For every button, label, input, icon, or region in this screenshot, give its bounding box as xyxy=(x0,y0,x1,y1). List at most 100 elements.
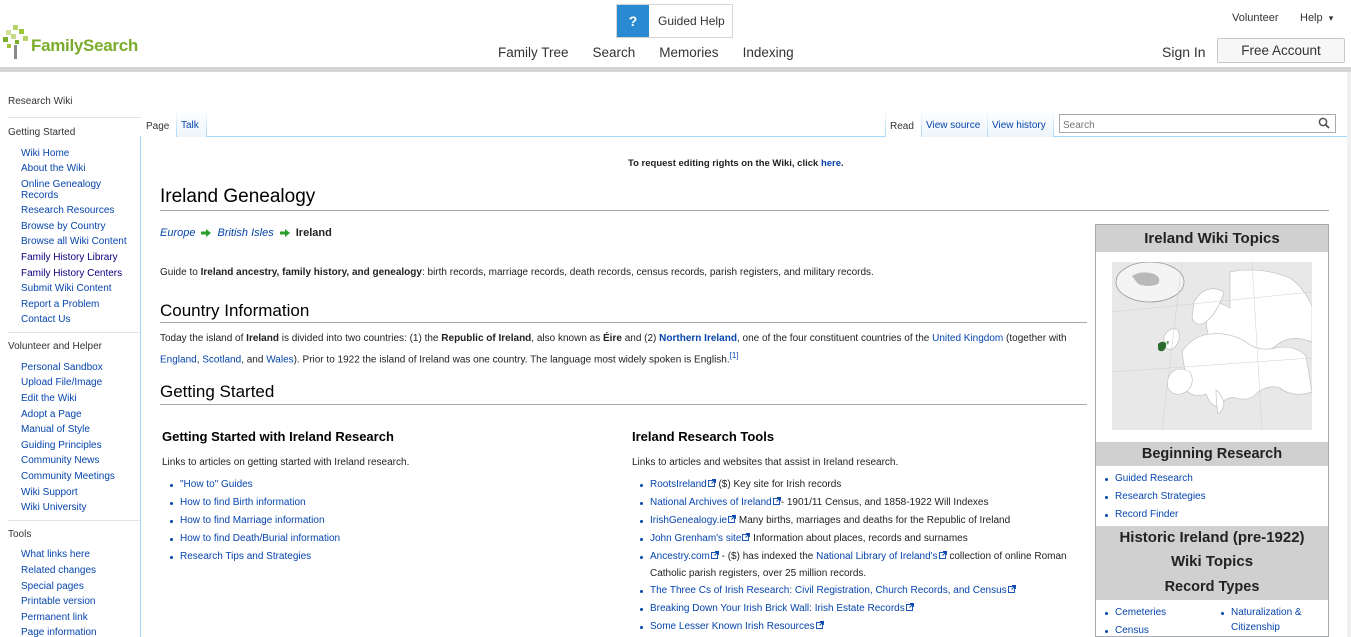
sidebar-item-sandbox[interactable]: Personal Sandbox xyxy=(21,362,103,373)
list-item: Some Lesser Known Irish Resources xyxy=(639,618,1079,636)
sidebar-item-upload[interactable]: Upload File/Image xyxy=(21,377,102,388)
country-paragraph: Today the island of Ireland is divided i… xyxy=(160,330,1080,368)
sidebar-item-permanent[interactable]: Permanent link xyxy=(21,612,88,623)
sidebar-item-meetings[interactable]: Community Meetings xyxy=(21,471,115,482)
research-tips-link[interactable]: Research Tips and Strategies xyxy=(180,551,311,562)
sidebar-item-browse-all[interactable]: Browse all Wiki Content xyxy=(21,236,127,247)
sidebar-item-browse-country[interactable]: Browse by Country xyxy=(21,221,105,232)
infobox-historic-block: Historic Ireland (pre-1922) Wiki Topics … xyxy=(1096,526,1328,600)
sidebar-item-news[interactable]: Community News xyxy=(21,455,99,466)
united-kingdom-link[interactable]: United Kingdom xyxy=(932,333,1003,344)
naturalization-link[interactable]: Naturalization & xyxy=(1220,604,1302,620)
notice-text: To request editing rights on the Wiki, c… xyxy=(628,158,821,169)
list-item-text: - 1901/11 Census, and 1858-1922 Will Ind… xyxy=(780,497,989,508)
para-text: , also known as xyxy=(531,333,604,344)
wiki-search-input[interactable] xyxy=(1060,115,1300,132)
guided-research-link[interactable]: Guided Research xyxy=(1104,470,1206,488)
sidebar-item-edit-wiki[interactable]: Edit the Wiki xyxy=(21,393,77,404)
sidebar-item-about-wiki[interactable]: About the Wiki xyxy=(21,163,85,174)
marriage-info-link[interactable]: How to find Marriage information xyxy=(180,515,325,526)
infobox-wiki-topics-heading: Wiki Topics xyxy=(1170,553,1254,570)
sidebar-heading-getting-started: Getting Started xyxy=(8,127,76,138)
record-finder-link[interactable]: Record Finder xyxy=(1104,506,1206,524)
national-archives-link[interactable]: National Archives of Ireland xyxy=(650,497,772,508)
breadcrumb-british-isles[interactable]: British Isles xyxy=(217,227,273,239)
nav-indexing[interactable]: Indexing xyxy=(743,45,794,60)
scotland-link[interactable]: Scotland xyxy=(202,354,241,365)
nav-family-tree[interactable]: Family Tree xyxy=(498,45,569,60)
left-sidebar: Research Wiki Getting Started Wiki Home … xyxy=(0,72,141,637)
sidebar-item-related[interactable]: Related changes xyxy=(21,565,96,576)
guides-link[interactable]: "How to" Guides xyxy=(180,479,253,490)
family-tree-logo-icon xyxy=(3,25,28,59)
citizenship-link[interactable]: Citizenship xyxy=(1220,620,1302,636)
list-item-text: Many births, marriages and deaths for th… xyxy=(736,515,1011,526)
intro-pre: Guide to xyxy=(160,267,201,278)
sidebar-item-fhc[interactable]: Family History Centers xyxy=(21,268,122,279)
sidebar-item-page-info[interactable]: Page information xyxy=(21,627,97,637)
search-icon[interactable] xyxy=(1318,117,1330,129)
tab-talk[interactable]: Talk xyxy=(177,109,206,137)
sign-in-link[interactable]: Sign In xyxy=(1162,44,1206,60)
sidebar-item-adopt[interactable]: Adopt a Page xyxy=(21,409,82,420)
lesser-known-link[interactable]: Some Lesser Known Irish Resources xyxy=(650,621,815,632)
tab-view-history[interactable]: View history xyxy=(988,109,1053,137)
sidebar-item-principles[interactable]: Guiding Principles xyxy=(21,440,102,451)
sidebar-item-special[interactable]: Special pages xyxy=(21,581,84,592)
sidebar-heading-volunteer: Volunteer and Helper xyxy=(8,341,102,352)
england-link[interactable]: England xyxy=(160,354,197,365)
external-link-icon xyxy=(772,497,781,505)
sidebar-item-report[interactable]: Report a Problem xyxy=(21,299,99,310)
census-link[interactable]: Census xyxy=(1104,622,1166,637)
sidebar-item-support[interactable]: Wiki Support xyxy=(21,487,78,498)
birth-info-link[interactable]: How to find Birth information xyxy=(180,497,306,508)
free-account-button[interactable]: Free Account xyxy=(1217,38,1345,63)
tab-read[interactable]: Read xyxy=(886,109,921,138)
death-info-link[interactable]: How to find Death/Burial information xyxy=(180,533,340,544)
guided-help-button[interactable]: ? Guided Help xyxy=(616,4,733,38)
notice-here-link[interactable]: here xyxy=(821,158,841,169)
nav-search[interactable]: Search xyxy=(593,45,636,60)
europe-map-image[interactable] xyxy=(1112,262,1312,430)
beginning-research-list: Guided Research Research Strategies Reco… xyxy=(1104,470,1206,524)
tab-separator xyxy=(206,109,207,137)
national-library-link[interactable]: National Library of Ireland's xyxy=(816,551,937,562)
john-grenham-link[interactable]: John Grenham's site xyxy=(650,533,741,544)
sidebar-item-fhl[interactable]: Family History Library xyxy=(21,252,118,263)
sidebar-item-contact[interactable]: Contact Us xyxy=(21,314,70,325)
familysearch-logo[interactable]: FamilySearch xyxy=(3,22,138,62)
breadcrumb-europe[interactable]: Europe xyxy=(160,227,195,239)
brick-wall-link[interactable]: Breaking Down Your Irish Brick Wall: Iri… xyxy=(650,603,905,614)
sidebar-item-online-records[interactable]: Online Genealogy Records xyxy=(21,179,121,201)
rootsireland-link[interactable]: RootsIreland xyxy=(650,479,707,490)
sidebar-item-research-resources[interactable]: Research Resources xyxy=(21,205,114,216)
record-types-list-left: Cemeteries Census xyxy=(1104,604,1166,637)
list-item: Ancestry.com - ($) has indexed the Natio… xyxy=(639,548,1079,582)
intro-text: Guide to Ireland ancestry, family histor… xyxy=(160,267,874,278)
three-cs-link[interactable]: The Three Cs of Irish Research: Civil Re… xyxy=(650,585,1007,596)
sidebar-item-manual[interactable]: Manual of Style xyxy=(21,424,90,435)
list-item: How to find Marriage information xyxy=(169,512,340,530)
help-menu[interactable]: Help ▾ xyxy=(1300,12,1350,24)
tab-view-source[interactable]: View source xyxy=(922,109,987,137)
tab-page[interactable]: Page xyxy=(141,109,176,138)
page-scrollbar[interactable] xyxy=(1347,72,1351,637)
cemeteries-link[interactable]: Cemeteries xyxy=(1104,604,1166,622)
sidebar-item-wiki-home[interactable]: Wiki Home xyxy=(21,148,69,159)
reference-link[interactable]: [1] xyxy=(730,351,739,360)
para-text: , and xyxy=(241,354,267,366)
research-wiki-link[interactable]: Research Wiki xyxy=(8,96,72,107)
volunteer-link[interactable]: Volunteer xyxy=(1232,12,1292,24)
northern-ireland-link[interactable]: Northern Ireland xyxy=(659,333,737,344)
sidebar-item-printable[interactable]: Printable version xyxy=(21,596,95,607)
main-navigation: Family Tree Search Memories Indexing xyxy=(498,45,818,60)
ancestry-link[interactable]: Ancestry.com xyxy=(650,551,710,562)
irishgenealogy-link[interactable]: IrishGenealogy.ie xyxy=(650,515,727,526)
nav-memories[interactable]: Memories xyxy=(659,45,718,60)
sidebar-item-university[interactable]: Wiki University xyxy=(21,502,87,513)
research-strategies-link[interactable]: Research Strategies xyxy=(1104,488,1206,506)
wales-link[interactable]: Wales xyxy=(266,354,293,365)
sidebar-item-what-links[interactable]: What links here xyxy=(21,549,90,560)
list-item-text: - ($) has indexed the xyxy=(718,551,817,562)
sidebar-item-submit[interactable]: Submit Wiki Content xyxy=(21,283,112,294)
